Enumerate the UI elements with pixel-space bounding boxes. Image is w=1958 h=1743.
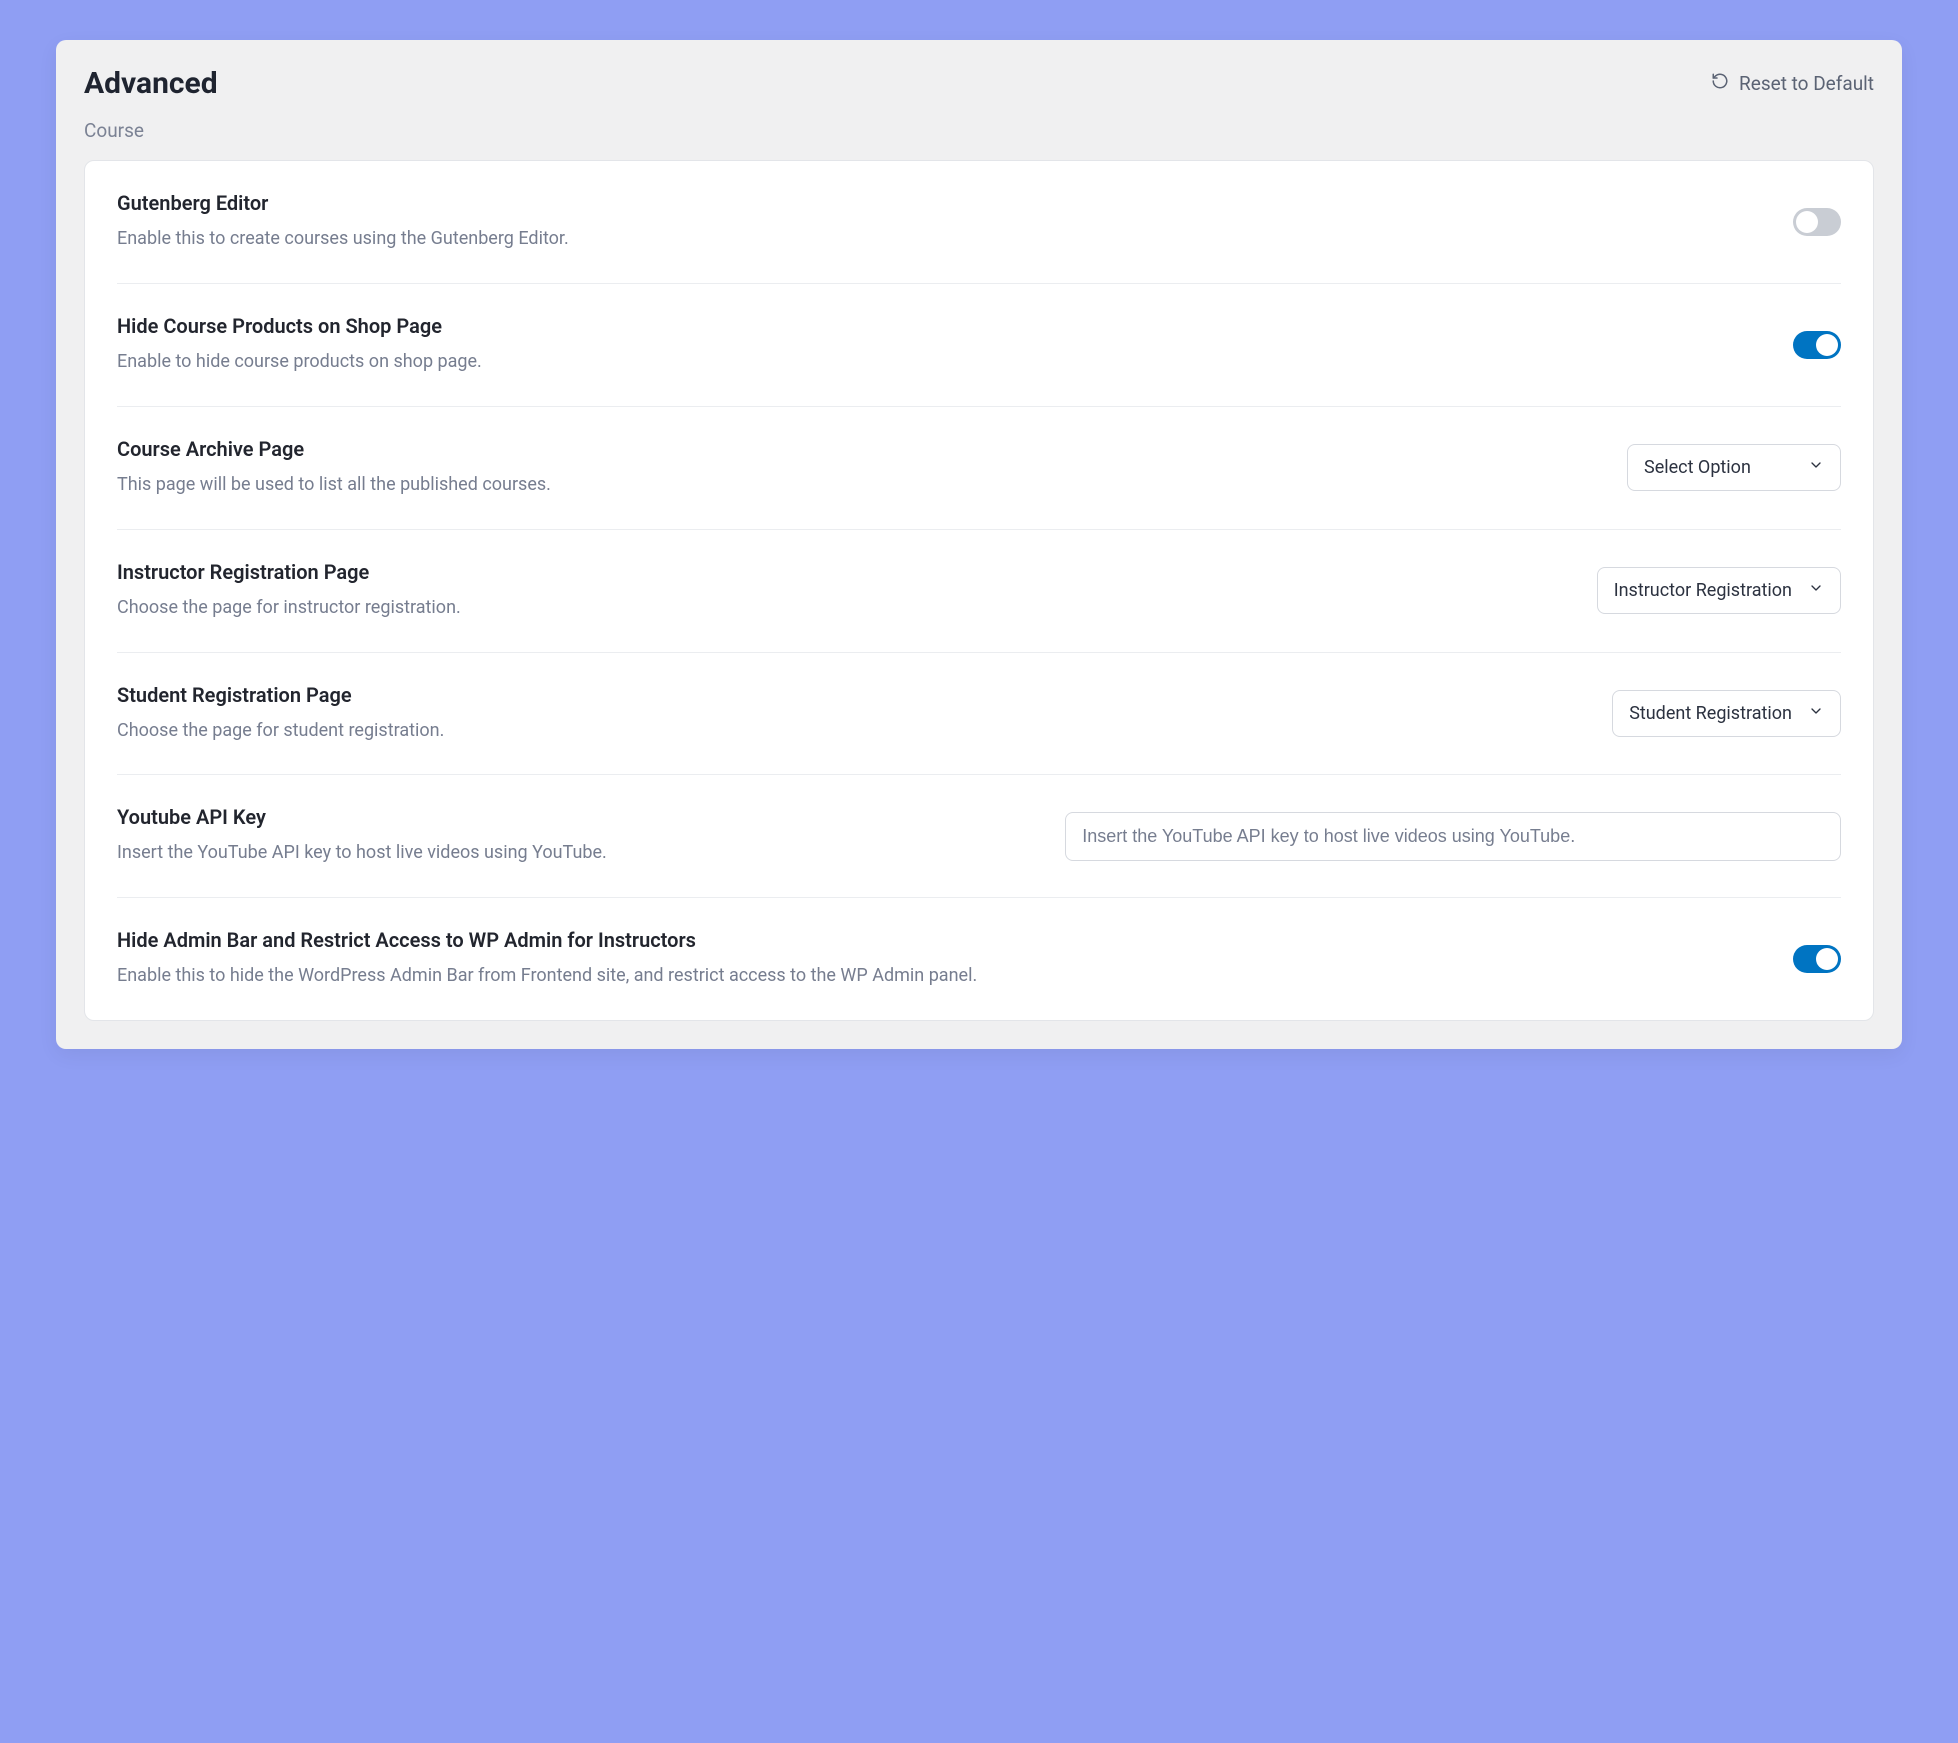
setting-description: Enable to hide course products on shop p…	[117, 348, 1761, 376]
chevron-down-icon	[1808, 580, 1824, 601]
select-value: Instructor Registration	[1614, 580, 1792, 601]
hide-admin-bar-toggle[interactable]	[1793, 945, 1841, 973]
student-registration-select[interactable]: Student Registration	[1612, 690, 1841, 737]
row-hide-course-products: Hide Course Products on Shop Page Enable…	[117, 284, 1841, 407]
row-instructor-registration-page: Instructor Registration Page Choose the …	[117, 530, 1841, 653]
select-value: Select Option	[1644, 457, 1751, 478]
row-youtube-api-key: Youtube API Key Insert the YouTube API k…	[117, 775, 1841, 898]
panel-header: Advanced Reset to Default	[56, 66, 1902, 119]
settings-card: Gutenberg Editor Enable this to create c…	[84, 160, 1874, 1021]
section-label: Course	[56, 119, 1902, 160]
setting-title: Course Archive Page	[117, 437, 1595, 461]
setting-title: Instructor Registration Page	[117, 560, 1565, 584]
chevron-down-icon	[1808, 703, 1824, 724]
row-student-registration-page: Student Registration Page Choose the pag…	[117, 653, 1841, 776]
instructor-registration-select[interactable]: Instructor Registration	[1597, 567, 1841, 614]
reset-label: Reset to Default	[1739, 72, 1874, 95]
page-title: Advanced	[84, 66, 218, 101]
settings-panel: Advanced Reset to Default Course Gutenbe…	[56, 40, 1902, 1049]
setting-description: Enable this to create courses using the …	[117, 225, 1761, 253]
row-gutenberg-editor: Gutenberg Editor Enable this to create c…	[117, 161, 1841, 284]
row-hide-admin-bar: Hide Admin Bar and Restrict Access to WP…	[117, 898, 1841, 1020]
setting-title: Youtube API Key	[117, 805, 807, 829]
hide-products-toggle[interactable]	[1793, 331, 1841, 359]
setting-description: Enable this to hide the WordPress Admin …	[117, 962, 1761, 990]
select-value: Student Registration	[1629, 703, 1792, 724]
course-archive-select[interactable]: Select Option	[1627, 444, 1841, 491]
setting-title: Student Registration Page	[117, 683, 1580, 707]
setting-description: Choose the page for instructor registrat…	[117, 594, 1565, 622]
setting-description: This page will be used to list all the p…	[117, 471, 1595, 499]
reset-to-default-button[interactable]: Reset to Default	[1711, 72, 1874, 95]
setting-title: Hide Admin Bar and Restrict Access to WP…	[117, 928, 1761, 952]
reset-icon	[1711, 72, 1729, 95]
gutenberg-toggle[interactable]	[1793, 208, 1841, 236]
setting-title: Gutenberg Editor	[117, 191, 1761, 215]
youtube-api-key-input[interactable]	[1065, 812, 1841, 861]
setting-description: Insert the YouTube API key to host live …	[117, 839, 807, 867]
chevron-down-icon	[1808, 457, 1824, 478]
setting-description: Choose the page for student registration…	[117, 717, 1580, 745]
row-course-archive-page: Course Archive Page This page will be us…	[117, 407, 1841, 530]
setting-title: Hide Course Products on Shop Page	[117, 314, 1761, 338]
